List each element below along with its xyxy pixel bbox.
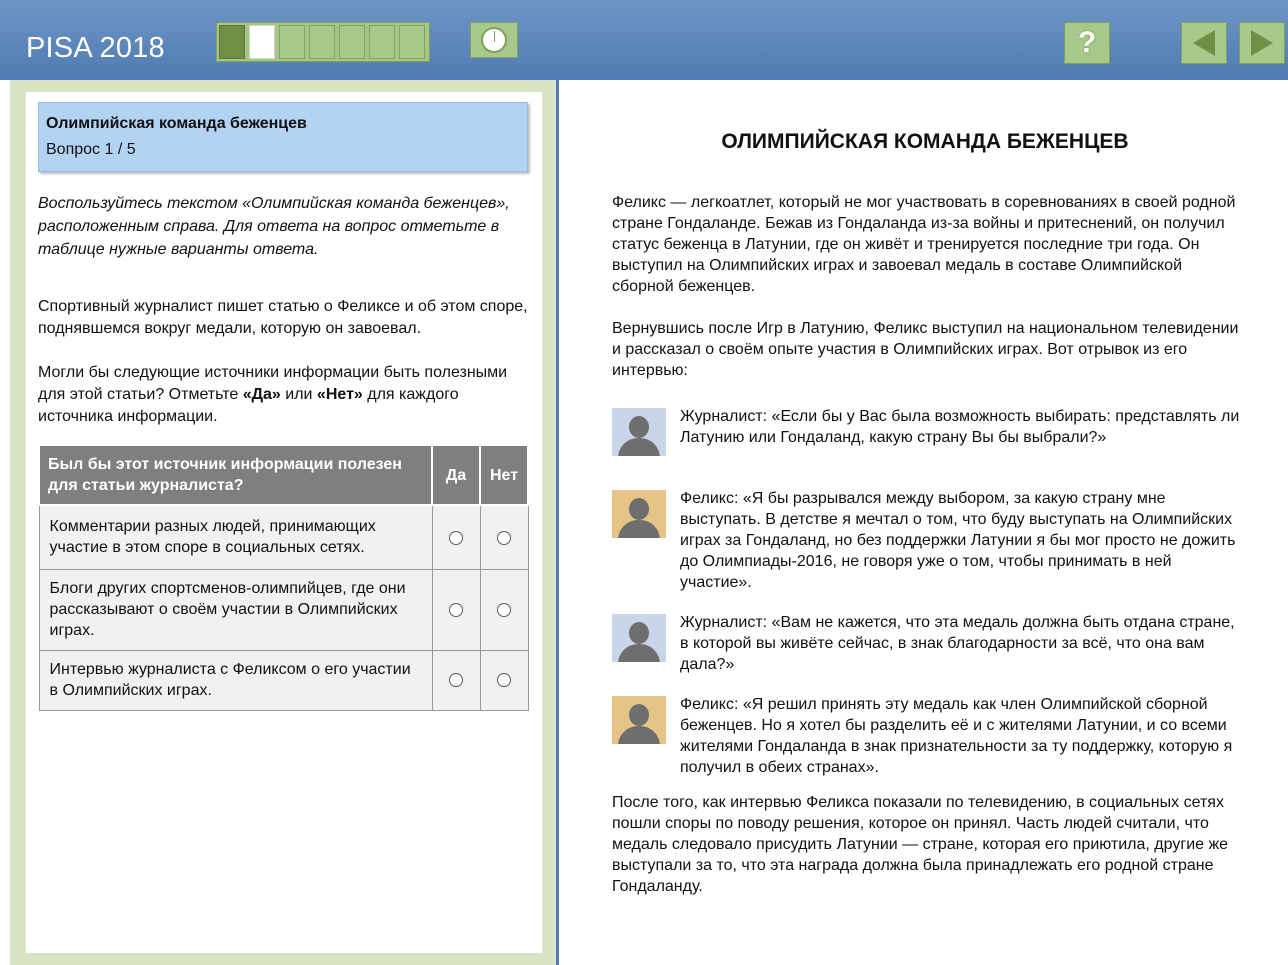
progress-segment-4 bbox=[309, 25, 335, 59]
help-icon: ? bbox=[1077, 26, 1097, 59]
avatar-journalist-icon bbox=[612, 614, 666, 662]
radio-no-row-1[interactable] bbox=[497, 530, 511, 545]
avatar-felix-icon bbox=[612, 696, 666, 744]
dialogue-text: Феликс: «Я бы разрывался между выбором, … bbox=[680, 490, 1236, 591]
radio-no-row-2[interactable] bbox=[497, 602, 511, 617]
question-number: Вопрос 1 / 5 bbox=[46, 141, 136, 158]
arrow-right-icon bbox=[1251, 30, 1273, 56]
radio-yes-cell[interactable] bbox=[431, 504, 481, 570]
progress-segment-2 bbox=[249, 25, 275, 59]
radio-no-row-3[interactable] bbox=[497, 673, 511, 688]
table-header-question: Был бы этот источник информации полезен … bbox=[38, 444, 433, 506]
top-toolbar: PISA 2018 ? bbox=[0, 0, 1288, 80]
help-button[interactable]: ? bbox=[1064, 22, 1110, 64]
dialogue-text: Журналист: «Вам не кажется, что эта меда… bbox=[680, 614, 1235, 673]
radio-no-cell[interactable] bbox=[479, 568, 529, 651]
dialogue-text: Феликс: «Я решил принять эту медаль как … bbox=[680, 696, 1233, 776]
radio-yes-row-2[interactable] bbox=[449, 602, 463, 617]
stimulus-panel[interactable]: ОЛИМПИЙСКАЯ КОМАНДА БЕЖЕНЦЕВ Феликс — ле… bbox=[562, 80, 1288, 965]
no-emphasis: «Нет» bbox=[316, 386, 363, 403]
stimulus-paragraph-2: Вернувшись после Игр в Латунию, Феликс в… bbox=[612, 320, 1239, 379]
table-row: Интервью журналиста с Феликсом о его уча… bbox=[38, 649, 529, 711]
answer-table: Был бы этот источник информации полезен … bbox=[38, 444, 529, 711]
question-title: Олимпийская команда беженцев bbox=[46, 115, 307, 132]
progress-segment-3 bbox=[279, 25, 305, 59]
arrow-left-icon bbox=[1193, 30, 1215, 56]
table-row: Комментарии разных людей, принимающих уч… bbox=[38, 504, 529, 570]
radio-yes-row-3[interactable] bbox=[449, 673, 463, 688]
radio-yes-cell[interactable] bbox=[431, 649, 481, 711]
radio-no-cell[interactable] bbox=[479, 504, 529, 570]
avatar-journalist-icon bbox=[612, 408, 666, 456]
question-panel[interactable]: Олимпийская команда беженцев Вопрос 1 / … bbox=[26, 92, 542, 953]
table-row: Блоги других спортсменов-олимпийцев, где… bbox=[38, 568, 529, 651]
table-header-no: Нет bbox=[479, 444, 529, 506]
question-panel-frame: Олимпийская команда беженцев Вопрос 1 / … bbox=[10, 80, 559, 965]
stimulus-paragraph-1: Феликс — легкоатлет, который не мог учас… bbox=[612, 194, 1236, 295]
timer-button[interactable] bbox=[470, 22, 518, 58]
radio-no-cell[interactable] bbox=[479, 649, 529, 711]
instructions-text: Воспользуйтесь текстом «Олимпийская кома… bbox=[38, 195, 510, 258]
question-intro-text: Спортивный журналист пишет статью о Фели… bbox=[38, 298, 528, 337]
progress-segment-6 bbox=[369, 25, 395, 59]
next-button[interactable] bbox=[1239, 22, 1285, 64]
row-source-text: Блоги других спортсменов-олимпийцев, где… bbox=[38, 568, 433, 651]
question-header-card: Олимпийская команда беженцев Вопрос 1 / … bbox=[38, 102, 528, 172]
progress-segment-5 bbox=[339, 25, 365, 59]
table-header-yes: Да bbox=[431, 444, 481, 506]
stimulus-paragraph-3: После того, как интервью Феликса показал… bbox=[612, 794, 1229, 895]
radio-yes-cell[interactable] bbox=[431, 568, 481, 651]
pisa-logo: PISA 2018 bbox=[26, 32, 165, 64]
stimulus-title: ОЛИМПИЙСКАЯ КОМАНДА БЕЖЕНЦЕВ bbox=[721, 130, 1129, 153]
progress-segment-7 bbox=[399, 25, 425, 59]
row-source-text: Интервью журналиста с Феликсом о его уча… bbox=[38, 649, 433, 711]
radio-yes-row-1[interactable] bbox=[449, 530, 463, 545]
avatar-felix-icon bbox=[612, 490, 666, 538]
dialogue-text: Журналист: «Если бы у Вас была возможнос… bbox=[680, 408, 1240, 446]
row-source-text: Комментарии разных людей, принимающих уч… bbox=[38, 504, 433, 570]
progress-segment-1 bbox=[219, 25, 245, 59]
progress-indicator bbox=[216, 22, 430, 62]
timer-icon bbox=[481, 27, 507, 53]
previous-button[interactable] bbox=[1181, 22, 1227, 64]
question-prompt-text: Могли бы следующие источники информации … bbox=[38, 364, 508, 425]
yes-emphasis: «Да» bbox=[242, 386, 281, 403]
